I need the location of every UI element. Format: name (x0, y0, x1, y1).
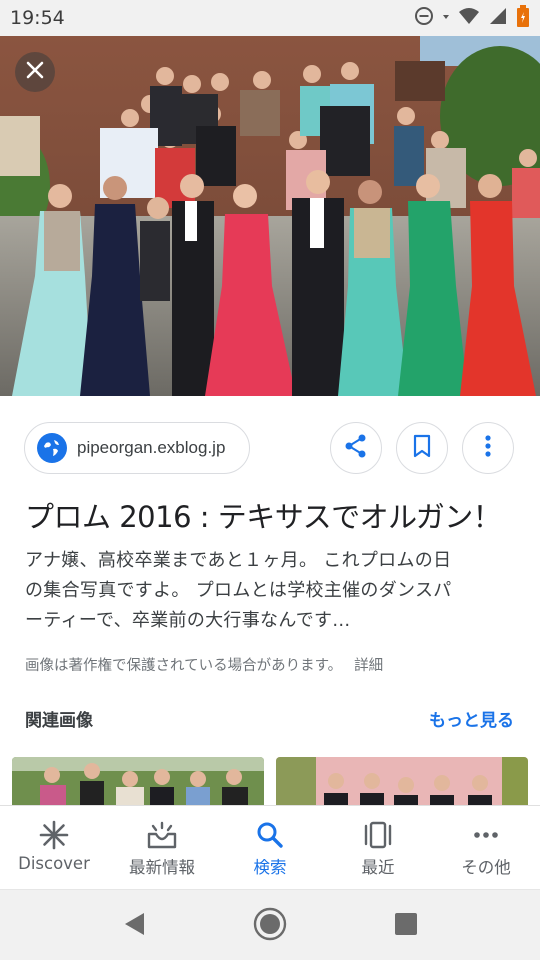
updates-tray-icon (146, 820, 178, 850)
copyright-notice: 画像は著作権で保護されている場合があります。 詳細 (25, 654, 383, 675)
close-button[interactable] (15, 52, 55, 92)
result-description: アナ嬢、高校卒業まであと１ヶ月。 これプロムの日 の集合写真ですよ。 プロムとは… (25, 546, 519, 636)
nav-label: 最近 (361, 858, 395, 877)
globe-icon (37, 433, 67, 463)
back-icon (122, 911, 146, 941)
nav-recent[interactable]: 最近 (324, 806, 432, 889)
nav-updates[interactable]: 最新情報 (108, 806, 216, 889)
related-heading: 関連画像 (25, 711, 93, 731)
bookmark-icon (412, 434, 432, 462)
description-line: の集合写真ですよ。 プロムとは学校主催のダンスパ (25, 580, 452, 601)
home-icon (252, 906, 288, 946)
description-line: ーティーで、卒業前の大行事なんです... (25, 610, 351, 631)
nav-label: 検索 (253, 858, 287, 877)
save-button[interactable] (396, 422, 448, 474)
bottom-navigation: Discover 最新情報 検索 最近 その他 (0, 805, 540, 889)
nav-search[interactable]: 検索 (216, 806, 324, 889)
signal-icon (488, 6, 508, 30)
recent-cards-icon (362, 820, 394, 850)
status-time: 19:54 (10, 7, 65, 29)
related-thumbnail[interactable] (12, 757, 264, 805)
detail-link[interactable]: 詳細 (354, 658, 383, 674)
status-icons (414, 5, 530, 31)
status-bar: 19:54 (0, 0, 540, 36)
nav-label: その他 (461, 858, 511, 877)
overview-icon (394, 912, 418, 940)
close-icon (25, 60, 45, 84)
nav-label: Discover (18, 854, 90, 873)
asterisk-icon (39, 820, 69, 850)
more-vert-icon (484, 434, 492, 462)
more-related-link[interactable]: もっと見る (429, 706, 514, 731)
nav-more[interactable]: その他 (432, 806, 540, 889)
data-arrows-icon (442, 6, 450, 30)
source-chip[interactable]: pipeorgan.exblog.jp (24, 422, 250, 474)
nav-label: 最新情報 (129, 858, 195, 877)
home-button[interactable] (250, 906, 290, 946)
share-button[interactable] (330, 422, 382, 474)
more-options-button[interactable] (462, 422, 514, 474)
share-icon (343, 433, 369, 463)
nav-discover[interactable]: Discover (0, 806, 108, 889)
related-thumbnail[interactable] (276, 757, 528, 805)
more-horiz-icon (471, 820, 501, 850)
system-navigation-bar (0, 889, 540, 960)
hero-photo[interactable] (0, 36, 540, 396)
result-title[interactable]: プロム 2016 : テキサスでオルガン！ (25, 494, 525, 536)
overview-button[interactable] (386, 908, 426, 944)
do-not-disturb-icon (414, 6, 434, 30)
back-button[interactable] (114, 908, 154, 944)
search-icon (256, 820, 284, 850)
copyright-text: 画像は著作権で保護されている場合があります。 (25, 658, 343, 674)
wifi-icon (458, 6, 480, 30)
description-line: アナ嬢、高校卒業まであと１ヶ月。 これプロムの日 (25, 550, 452, 571)
source-site: pipeorgan.exblog.jp (77, 438, 226, 457)
battery-icon (516, 5, 530, 31)
